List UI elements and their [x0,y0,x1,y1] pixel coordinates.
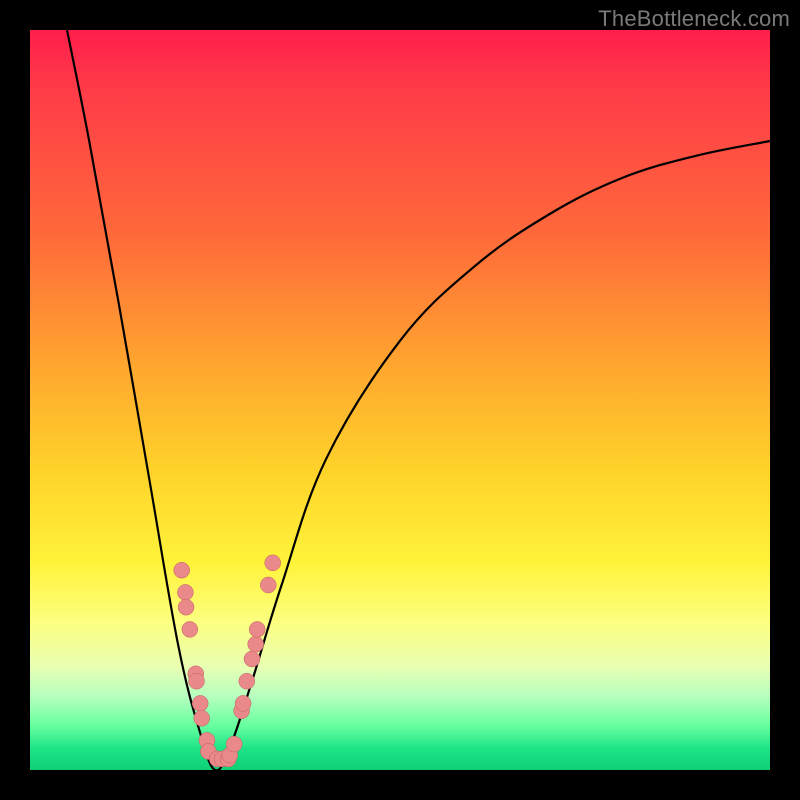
data-dot [194,710,210,726]
data-dot [260,577,276,593]
plot-area [30,30,770,770]
data-dot [235,695,251,711]
data-dot [226,736,242,752]
data-dot [189,673,205,689]
watermark-text: TheBottleneck.com [598,6,790,32]
curve-layer [30,30,770,770]
data-dot [265,555,281,571]
data-dot [174,562,190,578]
data-dot [249,621,265,637]
data-dot [178,599,194,615]
data-dot [244,651,260,667]
data-dot [239,673,255,689]
chart-stage: TheBottleneck.com [0,0,800,800]
bottleneck-curve [67,30,770,770]
data-dot [177,584,193,600]
data-dots [174,555,281,767]
data-dot [248,636,264,652]
data-dot [192,695,208,711]
data-dot [182,621,198,637]
